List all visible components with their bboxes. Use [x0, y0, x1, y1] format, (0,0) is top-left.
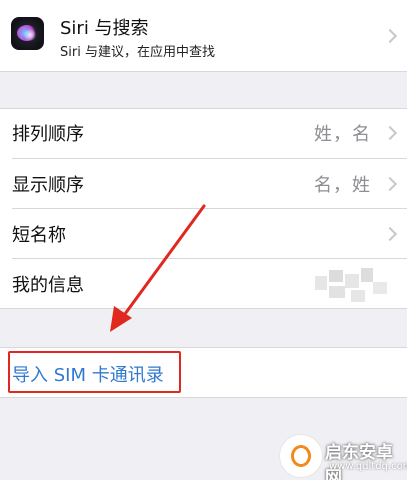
short-name-row[interactable]: 短名称: [0, 209, 407, 259]
siri-search-row[interactable]: Siri 与搜索 Siri 与建议，在应用中查找: [0, 0, 407, 72]
siri-icon: [11, 17, 44, 50]
watermark: 启东安卓网 www.qdltdq.com: [275, 432, 407, 480]
sort-order-value: 姓，名: [314, 124, 371, 145]
siri-subtitle: Siri 与建议，在应用中查找: [60, 45, 215, 60]
chevron-right-icon: [382, 28, 398, 44]
siri-title: Siri 与搜索: [60, 18, 149, 39]
display-order-value: 名，姓: [314, 175, 371, 196]
my-info-blurred-value: [315, 268, 395, 308]
sort-order-row[interactable]: 排列顺序 姓，名: [0, 108, 407, 158]
chevron-right-icon: [382, 125, 398, 141]
watermark-title: 启东安卓网: [325, 443, 393, 480]
display-order-label: 显示顺序: [12, 175, 84, 196]
display-order-row[interactable]: 显示顺序 名，姓: [0, 159, 407, 209]
sort-order-label: 排列顺序: [12, 124, 84, 145]
short-name-label: 短名称: [12, 225, 66, 246]
chevron-right-icon: [382, 226, 398, 242]
annotation-highlight-box: [8, 351, 181, 393]
watermark-url: www.qdltdq.com: [329, 461, 407, 472]
my-info-label: 我的信息: [12, 275, 84, 296]
chevron-right-icon: [382, 176, 398, 192]
droplet-icon: [291, 445, 311, 467]
